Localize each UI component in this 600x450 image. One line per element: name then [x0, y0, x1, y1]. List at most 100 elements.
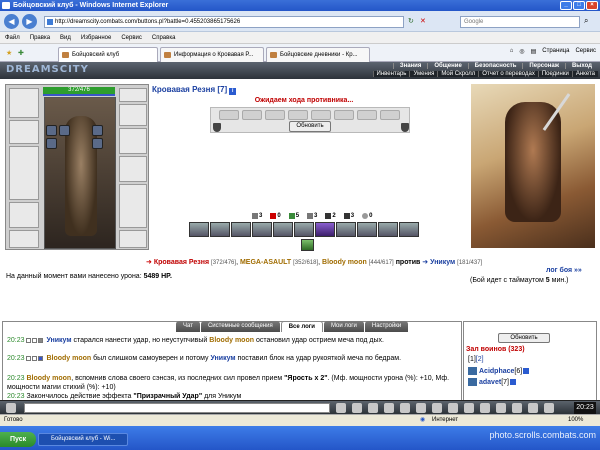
taskbar-item[interactable]: Бойцовский клуб - Wi... — [38, 433, 128, 446]
scroll-slot[interactable] — [380, 110, 400, 120]
tab-chat[interactable]: Чат — [176, 321, 200, 332]
log-target[interactable]: Bloody moon — [209, 337, 254, 344]
belt-slot[interactable] — [9, 230, 39, 248]
helmet-slot[interactable] — [9, 88, 39, 118]
toolbar-icon[interactable] — [384, 403, 394, 413]
scroll-slot[interactable] — [265, 110, 285, 120]
skill-slot[interactable] — [336, 222, 356, 237]
skill-slot[interactable] — [231, 222, 251, 237]
tab-settings[interactable]: Настройки — [364, 321, 409, 332]
log-actor[interactable]: Bloody moon — [46, 355, 91, 362]
toolbar-icon[interactable] — [512, 403, 522, 413]
refresh-icon[interactable]: ↻ — [408, 17, 414, 25]
room-player[interactable]: adavet[7] — [468, 378, 516, 386]
send-icon[interactable] — [336, 403, 346, 413]
skill-slot[interactable] — [294, 222, 314, 237]
log-actor[interactable]: Уникум — [46, 337, 71, 344]
tab-diaries[interactable]: Бойцовские дневники - Кр... — [266, 47, 370, 62]
menu-transfers[interactable]: Отчет о переводах — [478, 71, 538, 77]
search-icon[interactable]: ⌕ — [584, 16, 588, 26]
bracers-slot[interactable] — [9, 120, 39, 144]
toolbar-icon[interactable] — [352, 403, 362, 413]
info-icon[interactable]: i — [229, 88, 237, 95]
toolbar-icon[interactable] — [544, 403, 554, 413]
character-doll[interactable] — [44, 97, 116, 249]
scroll-slot[interactable] — [311, 110, 331, 120]
menu-profile[interactable]: Анкета — [571, 71, 598, 77]
menu-character[interactable]: Персонаж — [522, 63, 565, 69]
print-icon[interactable]: ▤ — [531, 48, 537, 55]
menu-my-scroll[interactable]: Мой Скролл — [437, 71, 478, 77]
chat-input[interactable] — [24, 403, 330, 413]
participant-name[interactable]: Уникум — [430, 259, 455, 266]
armor-slot[interactable] — [9, 202, 39, 228]
room-player[interactable]: Acidphace[6] — [468, 367, 530, 375]
participant-name[interactable]: MEGA-ASAULT — [240, 259, 291, 266]
scroll-slot[interactable] — [242, 110, 262, 120]
toolbar-icon[interactable] — [496, 403, 506, 413]
scroll-slot[interactable] — [288, 110, 308, 120]
rune-icon[interactable] — [92, 125, 103, 136]
menu-skills[interactable]: Умения — [409, 71, 437, 77]
log-actor[interactable]: Bloody moon — [26, 375, 71, 382]
address-input[interactable]: http://dreamscity.combats.com/buttons.pl… — [44, 16, 404, 28]
menu-inventory[interactable]: Инвентарь — [372, 71, 410, 77]
shield-slot[interactable] — [119, 156, 147, 182]
room-refresh-button[interactable]: Обновить — [498, 333, 550, 343]
toolbar-icon[interactable] — [464, 403, 474, 413]
page-menu[interactable]: Страница — [542, 48, 569, 55]
forward-button[interactable]: ▶ — [22, 14, 37, 29]
page-link[interactable]: [2] — [476, 356, 484, 363]
skill-slot[interactable] — [189, 222, 209, 237]
weapon-slot[interactable] — [9, 146, 39, 200]
gloves-slot[interactable] — [119, 128, 147, 154]
menu-tools[interactable]: Сервис — [121, 32, 142, 43]
minimize-button[interactable]: _ — [560, 1, 572, 10]
menu-communication[interactable]: Общение — [427, 63, 467, 69]
skill-slot[interactable] — [210, 222, 230, 237]
amulet-slot[interactable] — [119, 88, 147, 102]
menu-help[interactable]: Справка — [152, 32, 176, 43]
info-icon[interactable] — [509, 379, 516, 385]
search-input[interactable]: Google — [460, 16, 580, 28]
rune-icon[interactable] — [46, 125, 57, 136]
skill-slot[interactable] — [378, 222, 398, 237]
rune-icon[interactable] — [46, 138, 57, 149]
start-button[interactable]: Пуск — [0, 432, 36, 447]
toolbar-icon[interactable] — [480, 403, 490, 413]
skill-slot[interactable] — [273, 222, 293, 237]
zoom-level[interactable]: 100% — [568, 415, 583, 426]
rune-icon[interactable] — [59, 125, 70, 136]
skill-slot[interactable] — [301, 239, 314, 251]
info-icon[interactable] — [523, 368, 530, 374]
menu-file[interactable]: Файл — [5, 32, 20, 43]
skill-slot[interactable] — [315, 222, 335, 237]
scroll-slot[interactable] — [334, 110, 354, 120]
earrings-slot[interactable] — [119, 104, 147, 126]
menu-duels[interactable]: Поединки — [537, 71, 572, 77]
tab-my-logs[interactable]: Мои логи — [323, 321, 364, 332]
favorites-star-icon[interactable]: ★ — [6, 49, 12, 57]
tab-system-messages[interactable]: Системные сообщения — [200, 321, 280, 332]
tools-menu[interactable]: Сервис — [575, 48, 596, 55]
pants-slot[interactable] — [119, 184, 147, 228]
menu-knowledge[interactable]: Знания — [392, 63, 428, 69]
toolbar-icon[interactable] — [448, 403, 458, 413]
stop-icon[interactable]: ✕ — [420, 17, 426, 25]
home-icon[interactable]: ⌂ — [510, 48, 514, 55]
toolbar-icon[interactable] — [368, 403, 378, 413]
menu-security[interactable]: Безопасность — [467, 63, 523, 69]
skill-slot[interactable] — [357, 222, 377, 237]
toolbar-icon[interactable] — [432, 403, 442, 413]
scroll-slot[interactable] — [219, 110, 239, 120]
page-link[interactable]: [1] — [468, 356, 476, 363]
rune-icon[interactable] — [92, 138, 103, 149]
menu-edit[interactable]: Правка — [30, 32, 50, 43]
close-button[interactable]: × — [586, 1, 598, 10]
back-button[interactable]: ◀ — [4, 14, 19, 29]
tab-fight-club[interactable]: Бойцовский клуб — [58, 47, 158, 62]
participant-name[interactable]: Кровавая Резня — [154, 259, 209, 266]
log-target[interactable]: Уникум — [210, 355, 235, 362]
participant-name[interactable]: Bloody moon — [322, 259, 367, 266]
add-favorite-icon[interactable]: ✚ — [18, 49, 24, 57]
